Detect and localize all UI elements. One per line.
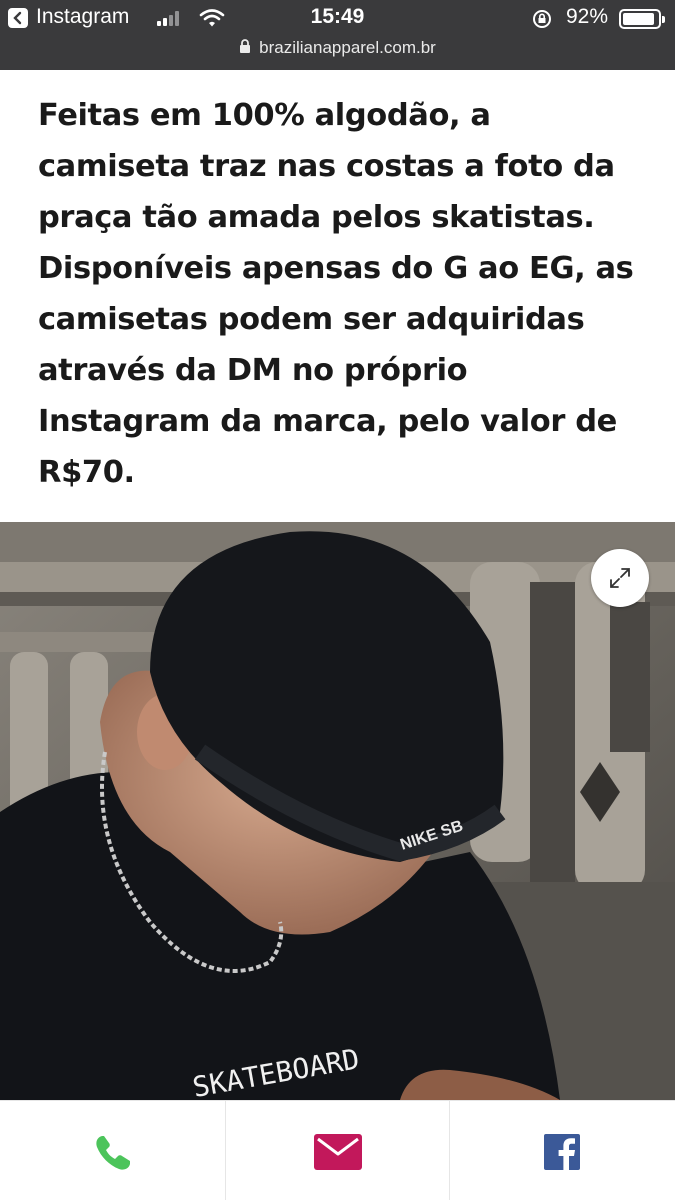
article-line: Feitas em 100% algodão, a	[38, 98, 491, 133]
article-line: R$70.	[38, 455, 135, 490]
battery-percentage: 92%	[566, 5, 609, 28]
expand-image-button[interactable]	[591, 549, 649, 607]
rotation-lock-icon	[533, 10, 551, 28]
mail-icon	[314, 1134, 362, 1170]
url-bar[interactable]: brazilianapparel.com.br	[0, 38, 675, 62]
article-line: através da DM no próprio	[38, 353, 468, 388]
facebook-icon	[544, 1134, 580, 1170]
article-paragraph: Feitas em 100% algodão, a camiseta traz …	[38, 90, 648, 498]
expand-icon	[610, 568, 630, 588]
article-line: camiseta traz nas costas a foto da	[38, 149, 615, 184]
status-bar: Instagram 15:49 92% brazilianapparel.com…	[0, 0, 675, 70]
battery-icon	[619, 9, 665, 29]
url-text: brazilianapparel.com.br	[259, 38, 436, 57]
article-line: praça tão amada pelos skatistas.	[38, 200, 595, 235]
padlock-icon	[240, 39, 251, 53]
status-row: Instagram 15:49 92%	[0, 0, 675, 38]
phone-icon	[96, 1136, 130, 1170]
facebook-button[interactable]	[450, 1101, 675, 1200]
email-button[interactable]	[225, 1101, 450, 1200]
article-line: Disponíveis apensas do G ao EG, as	[38, 251, 634, 286]
skater-photo-illustration: NIKE SB SKATEBOARD	[0, 522, 675, 1100]
article-photo[interactable]: NIKE SB SKATEBOARD	[0, 522, 675, 1100]
article-line: Instagram da marca, pelo valor de	[38, 404, 617, 439]
article-line: camisetas podem ser adquiridas	[38, 302, 585, 337]
call-button[interactable]	[0, 1101, 225, 1200]
bottom-contact-bar	[0, 1100, 675, 1200]
